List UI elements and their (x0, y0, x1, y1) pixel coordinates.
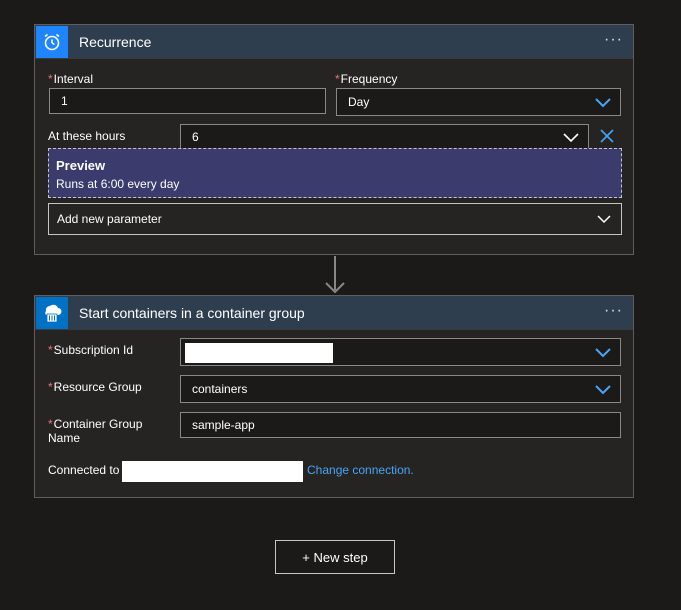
frequency-label-text: Frequency (340, 72, 398, 86)
frequency-label: *Frequency (335, 72, 397, 86)
preview-title: Preview (56, 158, 106, 173)
required-mark: * (48, 72, 53, 86)
container-group-value: sample-app (192, 418, 255, 432)
container-group-label: *Container Group Name (48, 417, 142, 445)
resource-group-label-text: Resource Group (53, 380, 142, 394)
required-mark: * (48, 380, 53, 394)
resource-group-label: *Resource Group (48, 380, 142, 394)
start-containers-title: Start containers in a container group (79, 304, 305, 321)
container-instances-icon (36, 296, 68, 329)
more-options-icon[interactable]: ··· (604, 302, 623, 320)
recurrence-header[interactable]: Recurrence ··· (35, 25, 633, 59)
redacted-value (185, 343, 333, 363)
container-group-label-line1: Container Group (53, 417, 143, 431)
subscription-label: *Subscription Id (48, 343, 133, 357)
container-group-label-line2: Name (48, 431, 81, 445)
change-connection-link[interactable]: Change connection. (307, 463, 414, 477)
chevron-down-icon (597, 215, 611, 224)
preview-box: Preview Runs at 6:00 every day (48, 148, 622, 198)
connected-to-label: Connected to (48, 463, 120, 477)
required-mark: * (48, 343, 53, 357)
chevron-down-icon (563, 133, 579, 143)
new-step-button[interactable]: + New step (275, 540, 395, 574)
add-param-label: Add new parameter (57, 212, 162, 226)
frequency-select[interactable]: Day (336, 88, 621, 116)
interval-value: 1 (61, 94, 68, 108)
chevron-down-icon (595, 98, 611, 108)
interval-label-text: Interval (53, 72, 94, 86)
interval-input[interactable]: 1 (49, 88, 326, 114)
chevron-down-icon (595, 348, 611, 358)
interval-label: *Interval (48, 72, 93, 86)
alarm-clock-icon (36, 25, 68, 58)
arrow-down-icon (325, 282, 345, 294)
required-mark: * (48, 417, 53, 431)
subscription-label-text: Subscription Id (53, 343, 134, 357)
hours-label: At these hours (48, 129, 126, 143)
required-mark: * (335, 72, 340, 86)
resource-group-value: containers (192, 382, 248, 396)
frequency-value: Day (348, 95, 370, 109)
preview-text: Runs at 6:00 every day (56, 177, 180, 191)
more-options-icon[interactable]: ··· (604, 31, 623, 49)
resource-group-select[interactable]: containers (180, 375, 621, 403)
subscription-select[interactable] (180, 338, 621, 366)
container-group-name-input[interactable]: sample-app (180, 412, 621, 438)
recurrence-card: Recurrence ··· *Interval 1 *Frequency Da… (34, 24, 634, 255)
hours-select[interactable]: 6 (180, 124, 589, 150)
redacted-connection (122, 461, 303, 482)
chevron-down-icon (595, 385, 611, 395)
add-new-parameter-select[interactable]: Add new parameter (48, 203, 622, 235)
recurrence-title: Recurrence (79, 33, 152, 50)
start-containers-header[interactable]: Start containers in a container group ··… (35, 296, 633, 330)
start-containers-card: Start containers in a container group ··… (34, 295, 634, 498)
hours-value: 6 (192, 130, 199, 144)
close-icon[interactable] (600, 129, 614, 143)
